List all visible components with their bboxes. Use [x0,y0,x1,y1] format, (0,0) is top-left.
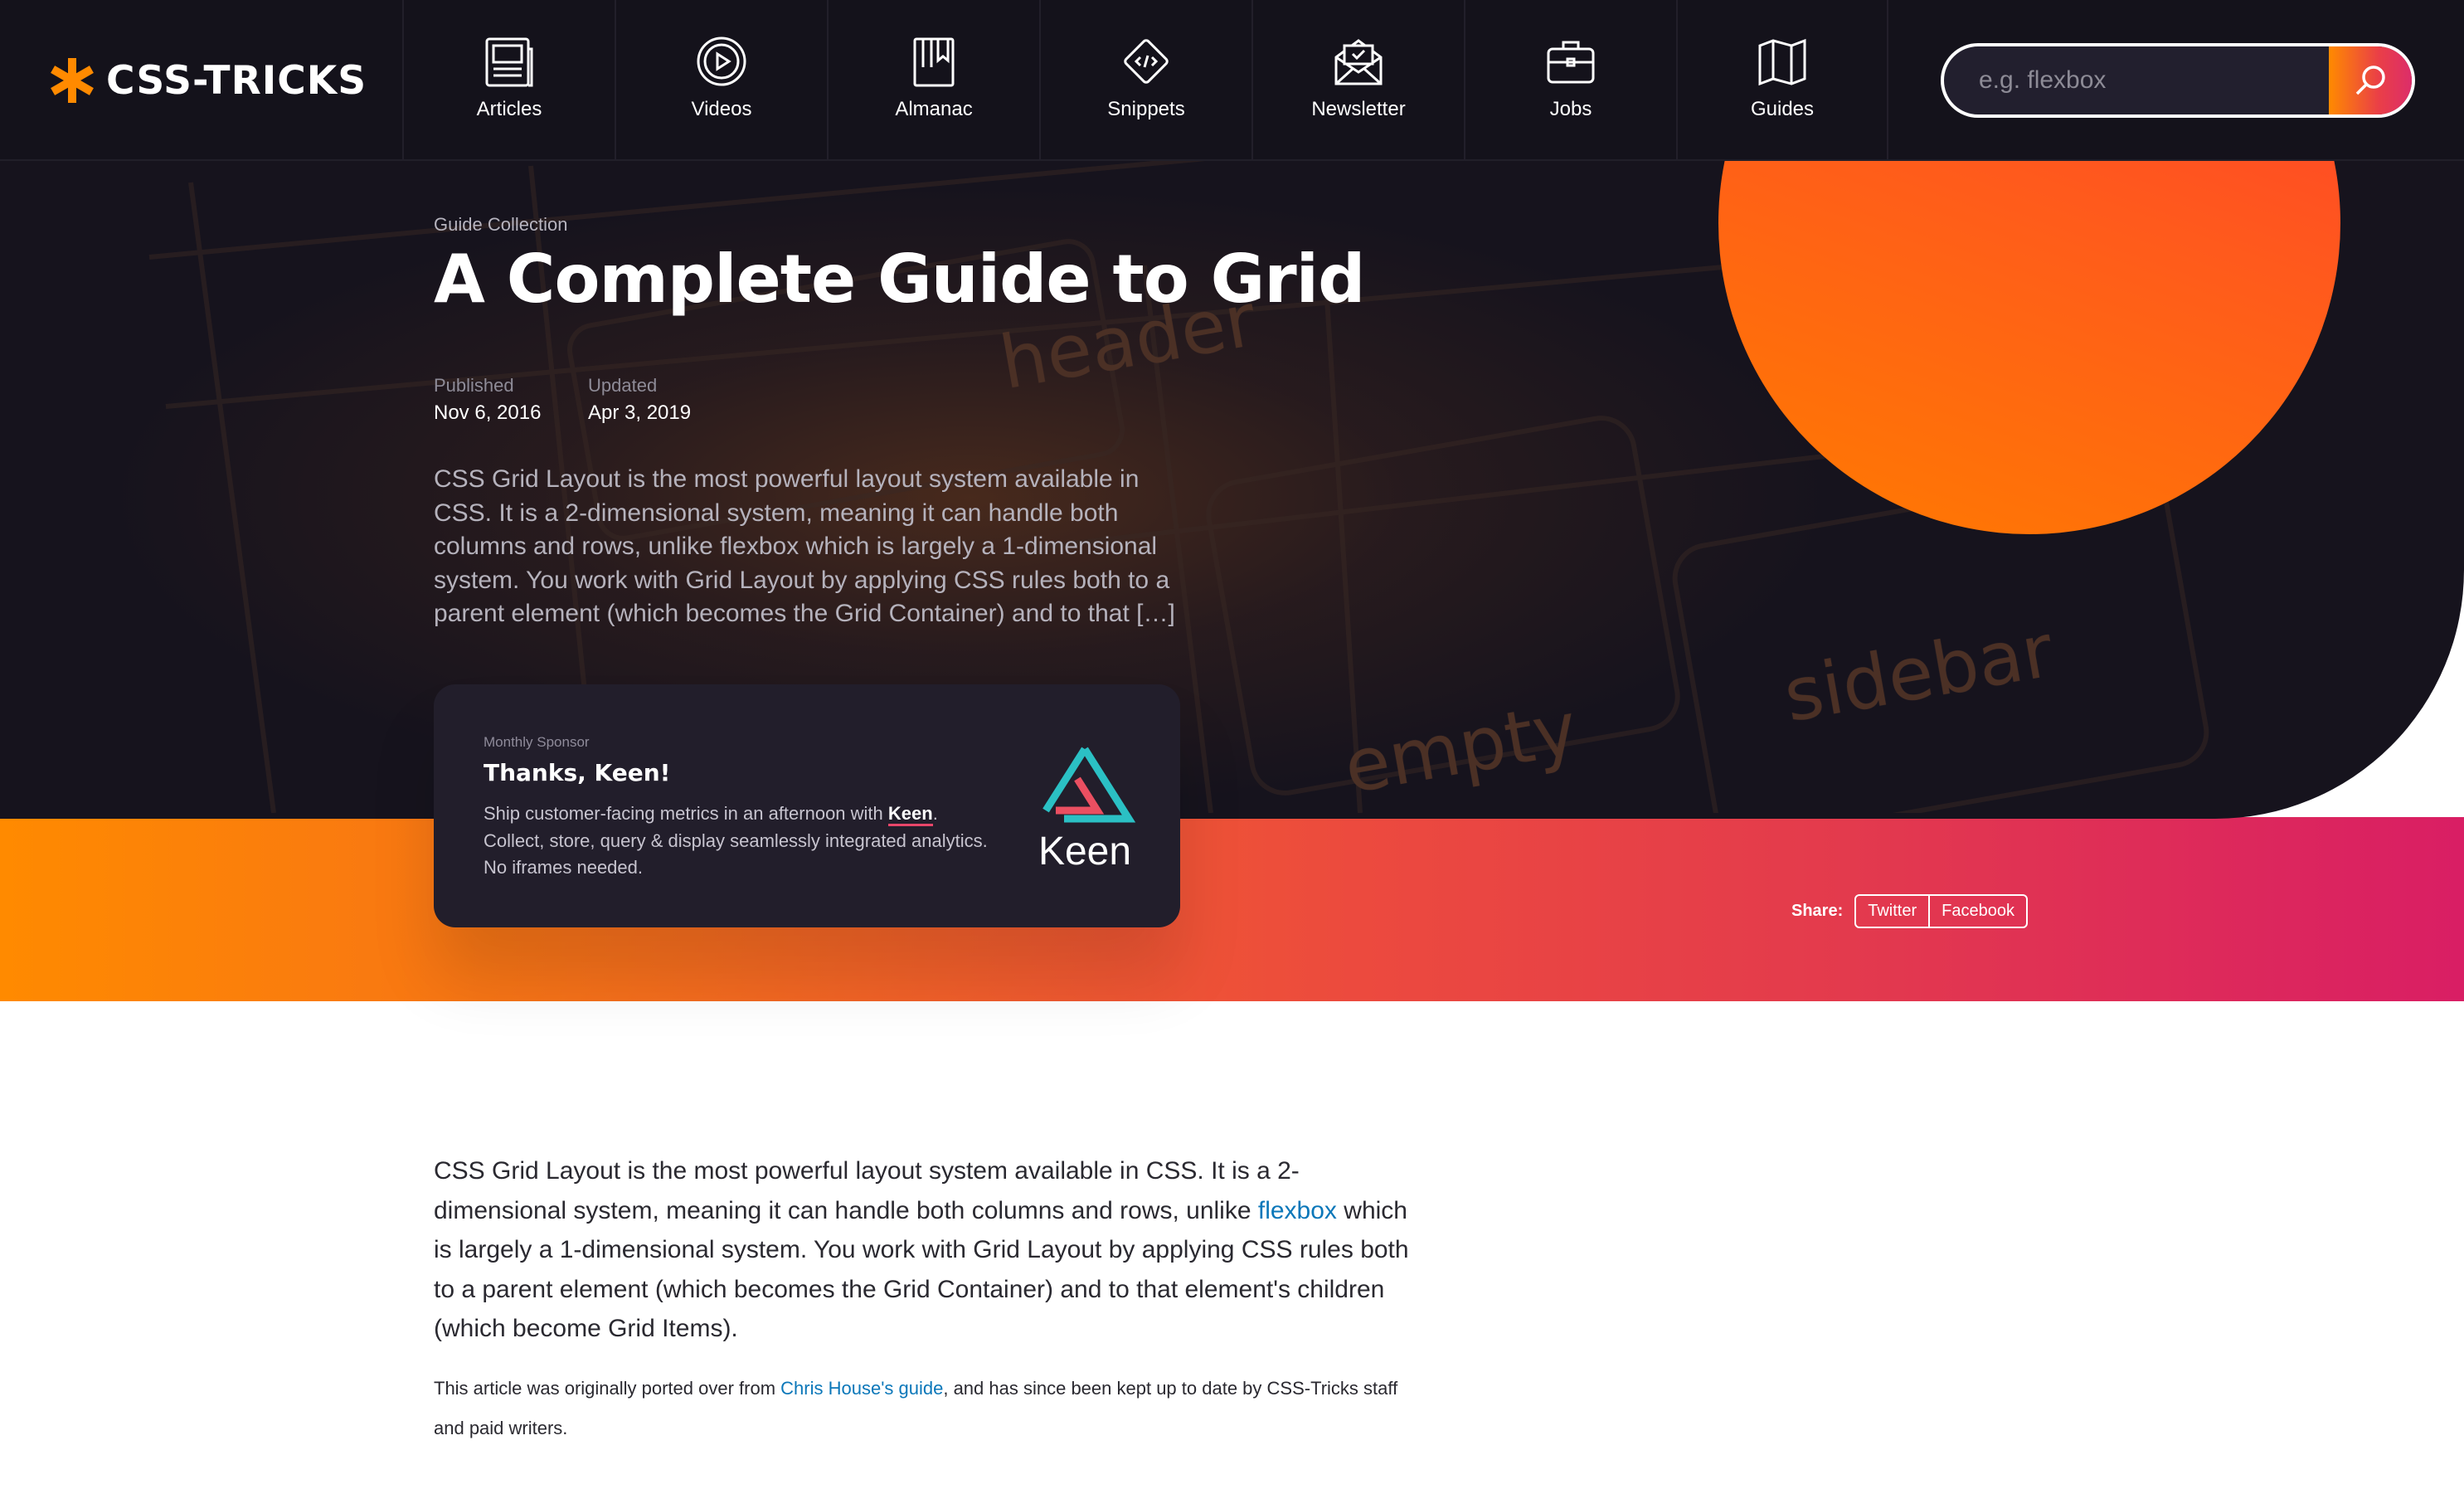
hero-gradient-band [0,817,2464,1001]
nav-item-videos[interactable]: Videos [615,0,827,159]
sponsor-card[interactable]: Monthly Sponsor Thanks, Keen! Ship custo… [434,684,1180,927]
published-meta: Published Nov 6, 2016 [434,375,541,425]
sponsor-text-before: Ship customer-facing metrics in an after… [484,803,888,824]
sponsor-brand-link[interactable]: Keen [887,803,933,826]
site-logo[interactable]: CSS-TRICKS [48,53,367,108]
page-title: A Complete Guide to Grid [434,241,1365,318]
nav-item-newsletter[interactable]: Newsletter [1251,0,1464,159]
article-note: This article was originally ported over … [434,1369,1412,1448]
nav-label: Snippets [1107,98,1185,120]
sponsor-title: Thanks, Keen! [484,759,671,786]
almanac-icon [904,32,964,91]
newsletter-icon [1329,32,1388,91]
updated-label: Updated [588,375,658,396]
keen-triangle-icon [1042,747,1136,823]
share-facebook-button[interactable]: Facebook [1928,895,2026,927]
published-date: Nov 6, 2016 [434,401,542,424]
nav-label: Videos [691,98,752,120]
nav-item-articles[interactable]: Articles [402,0,615,159]
sponsor-eyebrow: Monthly Sponsor [484,734,590,750]
hero-excerpt: CSS Grid Layout is the most powerful lay… [434,465,1175,627]
top-navigation: CSS-TRICKS Articles Videos Almanac Snipp… [0,0,2464,161]
main-nav: Articles Videos Almanac Snippets Newslet… [402,0,1888,159]
updated-meta: Updated Apr 3, 2019 [588,375,691,425]
article-intro: CSS Grid Layout is the most powerful lay… [434,1151,1412,1349]
snippets-icon [1116,32,1176,91]
nav-label: Guides [1750,98,1815,120]
guides-icon [1752,32,1812,91]
intro-text-before: CSS Grid Layout is the most powerful lay… [434,1157,1300,1224]
chris-house-guide-link[interactable]: Chris House's guide [780,1378,943,1399]
flexbox-link[interactable]: flexbox [1258,1197,1337,1224]
sponsor-description: Ship customer-facing metrics in an after… [484,800,998,882]
articles-icon [479,32,539,91]
nav-item-guides[interactable]: Guides [1676,0,1888,159]
logo-wordmark: CSS-TRICKS [106,57,367,104]
share-bar: Share: Twitter Facebook [1791,893,2028,928]
share-buttons: Twitter Facebook [1854,893,2028,928]
share-twitter-button[interactable]: Twitter [1856,896,1928,927]
search-box [1941,43,2415,118]
nav-item-jobs[interactable]: Jobs [1464,0,1676,159]
search-button[interactable] [2329,46,2412,114]
note-text-before: This article was originally ported over … [434,1377,781,1399]
search-icon [2355,66,2385,95]
article-body: CSS Grid Layout is the most powerful lay… [434,1151,1412,1448]
updated-date: Apr 3, 2019 [588,401,692,424]
share-label: Share: [1791,901,1844,920]
published-label: Published [434,375,514,396]
keen-wordmark: Keen [1038,830,1132,873]
nav-label: Jobs [1549,98,1592,120]
nav-label: Almanac [895,98,973,120]
nav-label: Newsletter [1311,98,1406,120]
jobs-icon [1541,32,1601,91]
nav-item-snippets[interactable]: Snippets [1039,0,1251,159]
nav-item-almanac[interactable]: Almanac [827,0,1039,159]
search-input[interactable] [1944,46,2329,114]
keen-logo[interactable]: Keen [1031,742,1139,875]
videos-icon [692,32,751,91]
guide-collection-label: Guide Collection [434,214,568,235]
asterisk-logo-icon [51,58,94,103]
nav-label: Articles [476,98,542,120]
